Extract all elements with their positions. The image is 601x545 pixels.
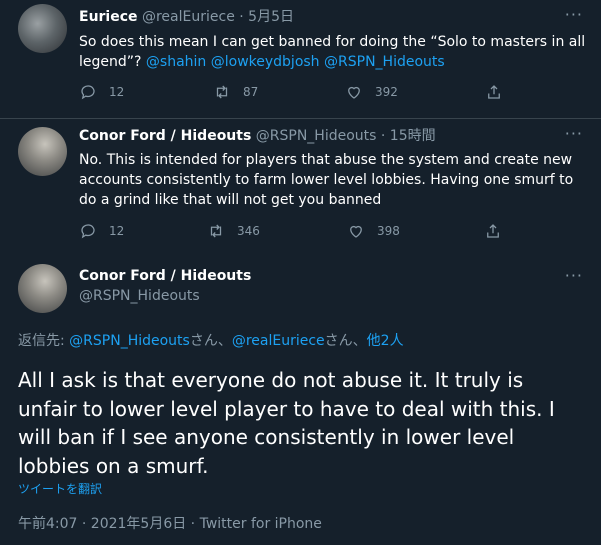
retweet-button[interactable]: 346 <box>207 222 260 240</box>
tweet-conor-reply[interactable]: Conor Ford / Hideouts @RSPN_Hideouts · 1… <box>0 118 601 253</box>
reply-count: 12 <box>109 224 125 238</box>
handle[interactable]: @realEuriece <box>142 9 235 25</box>
share-button[interactable] <box>484 222 502 240</box>
share-icon <box>487 224 499 238</box>
retweet-count: 87 <box>243 85 259 99</box>
mention-link[interactable]: @lowkeydbjosh <box>211 54 320 70</box>
share-button[interactable] <box>485 83 503 101</box>
mention-link[interactable]: @realEuriece <box>232 333 325 349</box>
share-icon <box>488 85 500 99</box>
display-name[interactable]: Euriece <box>79 9 138 25</box>
honorific: さん、 <box>189 333 232 349</box>
tweet-actions: 12 346 398 <box>79 222 519 242</box>
handle[interactable]: @RSPN_Hideouts <box>256 128 377 144</box>
separator: · <box>239 9 244 25</box>
retweet-count: 346 <box>237 224 260 238</box>
replying-to-label: 返信先: <box>18 333 70 349</box>
like-icon <box>350 225 362 238</box>
mention-link[interactable]: @shahin <box>146 54 206 70</box>
reply-button[interactable]: 12 <box>79 83 124 101</box>
like-button[interactable]: 398 <box>347 222 400 240</box>
retweet-icon <box>216 85 228 99</box>
others-link[interactable]: 他2人 <box>367 333 404 349</box>
replying-to: 返信先: @RSPN_Hideoutsさん、@realEurieceさん、他2人 <box>18 330 404 350</box>
display-name[interactable]: Conor Ford / Hideouts <box>79 268 251 284</box>
tweet-metadata[interactable]: 午前4:07 · 2021年5月6日 · Twitter for iPhone <box>18 513 322 533</box>
reply-button[interactable]: 12 <box>79 222 124 240</box>
more-icon[interactable]: ··· <box>565 7 583 23</box>
focused-tweet-header: Conor Ford / Hideouts <box>79 267 251 285</box>
like-count: 392 <box>375 85 398 99</box>
mention-link[interactable]: @RSPN_Hideouts <box>324 54 445 70</box>
tweet-text: No. This is intended for players that ab… <box>79 152 574 208</box>
reply-icon <box>81 224 95 239</box>
like-count: 398 <box>377 224 400 238</box>
separator: · <box>380 128 386 144</box>
focused-tweet-text: All I ask is that everyone do not abuse … <box>18 368 555 478</box>
timestamp[interactable]: 15時間 <box>390 128 436 144</box>
retweet-icon <box>210 224 222 238</box>
tweet-header: Euriece @realEuriece · 5月5日 <box>79 8 294 26</box>
reply-icon <box>81 85 95 100</box>
handle[interactable]: @RSPN_Hideouts <box>79 288 200 304</box>
tweet-header: Conor Ford / Hideouts @RSPN_Hideouts · 1… <box>79 127 436 145</box>
tweet-actions: 12 87 392 <box>79 83 519 103</box>
avatar[interactable] <box>18 127 67 176</box>
translate-tweet-link[interactable]: ツイートを翻訳 <box>18 480 102 497</box>
more-icon[interactable]: ··· <box>565 268 583 284</box>
avatar[interactable] <box>18 4 67 53</box>
like-button[interactable]: 392 <box>345 83 398 101</box>
honorific: さん、 <box>324 333 367 349</box>
display-name[interactable]: Conor Ford / Hideouts <box>79 128 251 144</box>
avatar[interactable] <box>18 264 67 313</box>
timestamp[interactable]: 5月5日 <box>248 9 294 25</box>
retweet-button[interactable]: 87 <box>213 83 258 101</box>
like-icon <box>348 86 360 99</box>
mention-link[interactable]: @RSPN_Hideouts <box>69 333 190 349</box>
tweet-text: So does this mean I can get banned for d… <box>79 32 589 72</box>
more-icon[interactable]: ··· <box>565 126 583 142</box>
reply-count: 12 <box>109 85 125 99</box>
focused-handle-line: @RSPN_Hideouts <box>79 287 200 305</box>
tweet-euriece[interactable]: Euriece @realEuriece · 5月5日 ··· So does … <box>0 0 601 118</box>
